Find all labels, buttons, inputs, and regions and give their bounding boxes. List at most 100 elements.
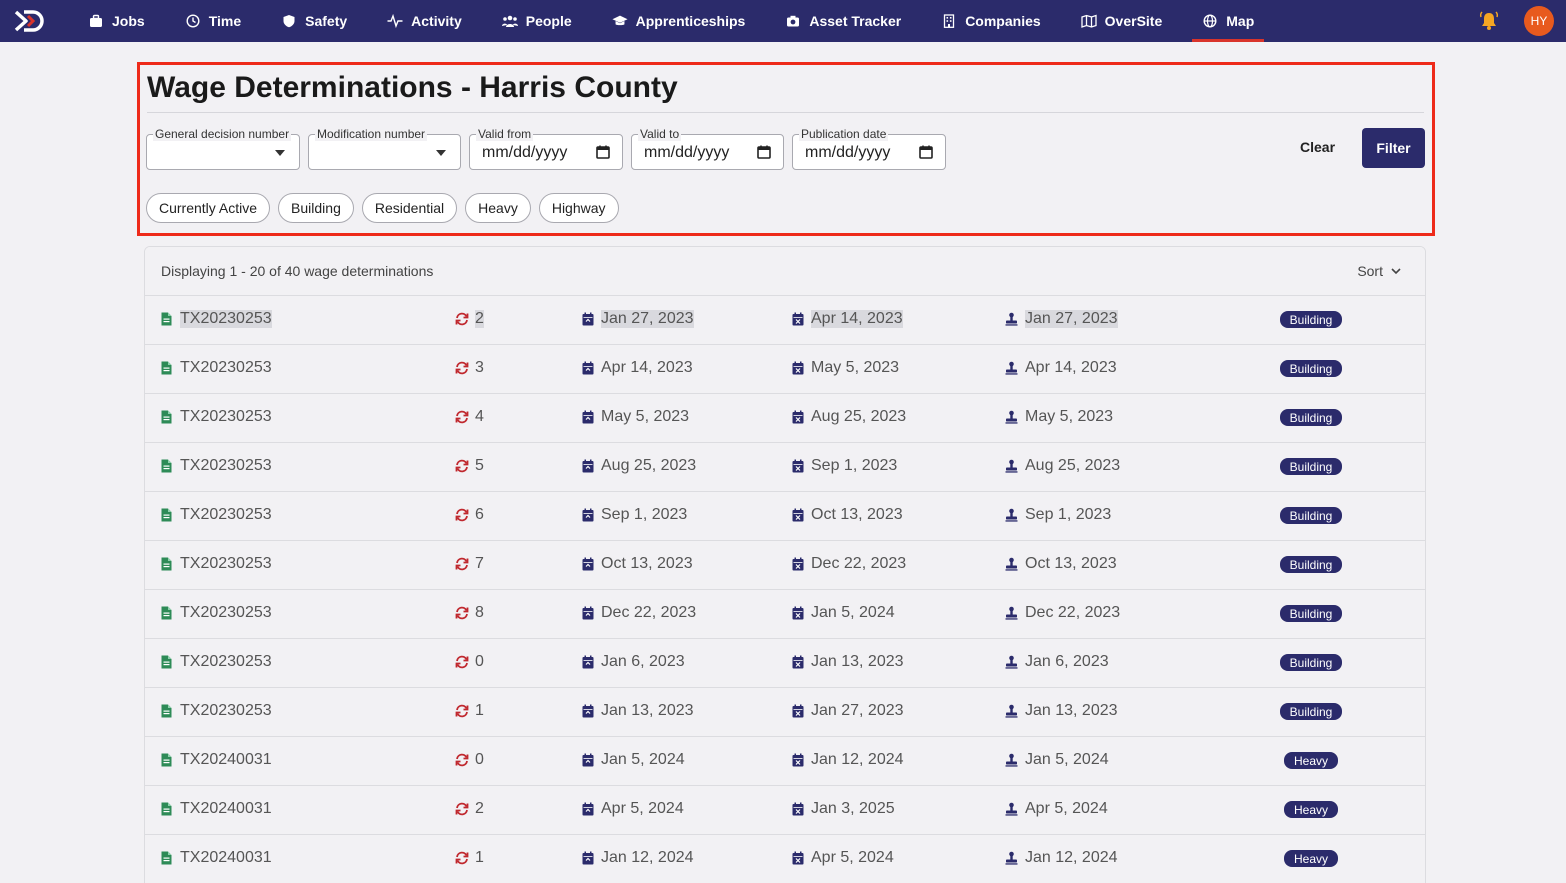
modification-cell: 0 [455,653,484,671]
stamp-icon [1005,655,1019,669]
sort-button[interactable]: Sort [1357,263,1401,279]
nav-item-time[interactable]: Time [165,0,261,42]
calendar-icon[interactable] [919,145,933,159]
file-icon [161,557,174,571]
filter-chip-residential[interactable]: Residential [361,193,458,223]
table-row[interactable]: TX20240031 0 Jan 5, 2024 Jan 12, 2024 Jan 5,… [145,737,1425,786]
calendar-icon[interactable] [757,145,771,159]
calendar-end-icon [792,655,805,669]
filter-button[interactable]: Filter [1362,128,1425,168]
file-icon [161,312,174,326]
table-row[interactable]: TX20240031 1 Jan 12, 2024 Apr 5, 2024 Jan 12… [145,835,1425,883]
calendar-end-icon [792,606,805,620]
list-header: Displaying 1 - 20 of 40 wage determinati… [145,247,1425,296]
nav-item-label: Activity [411,13,462,29]
calendar-start-icon [582,606,595,620]
bell-icon[interactable] [1478,10,1500,32]
nav-item-jobs[interactable]: Jobs [80,0,165,42]
nav-item-label: Companies [965,13,1041,29]
modification-number: 1 [475,702,484,719]
calendar-end-icon [792,459,805,473]
modification-number: 1 [475,849,484,866]
filter-chip-heavy[interactable]: Heavy [465,193,531,223]
type-badge: Building [1279,507,1343,524]
top-nav: Jobs Time Safety Activity People Apprenticesh… [0,0,1566,42]
type-badge: Building [1279,311,1343,328]
publication-date-input[interactable]: Publication date mm/dd/yyyy [792,127,946,170]
table-row[interactable]: TX20240031 2 Apr 5, 2024 Jan 3, 2025 Apr 5, … [145,786,1425,835]
type-badge: Heavy [1283,801,1338,818]
valid-from-cell: Jan 5, 2024 [582,751,685,769]
valid-from-date-input[interactable]: Valid from mm/dd/yyyy [469,127,623,170]
valid-to-date: Jan 5, 2024 [811,604,895,621]
calendar-icon[interactable] [596,145,610,159]
nav-item-label: Asset Tracker [809,13,902,29]
refresh-icon [455,802,469,816]
table-row[interactable]: TX20230253 7 Oct 13, 2023 Dec 22, 2023 Oct 1… [145,541,1425,590]
filter-chip-highway[interactable]: Highway [538,193,619,223]
publication-cell: Aug 25, 2023 [1005,457,1120,475]
stamp-icon [1005,704,1019,718]
stamp-icon [1005,753,1019,767]
table-row[interactable]: TX20230253 5 Aug 25, 2023 Sep 1, 2023 Aug 25… [145,443,1425,492]
nav-item-map[interactable]: Map [1182,0,1274,42]
table-row[interactable]: TX20230253 3 Apr 14, 2023 May 5, 2023 Apr 14… [145,345,1425,394]
app-logo[interactable] [8,0,54,42]
valid-from-date: Apr 5, 2024 [601,800,684,817]
valid-from-cell: Jan 12, 2024 [582,849,694,867]
decision-number: TX20230253 [180,506,272,523]
calendar-end-icon [792,312,805,326]
sort-label: Sort [1357,263,1383,279]
table-row[interactable]: TX20230253 0 Jan 6, 2023 Jan 13, 2023 Jan 6,… [145,639,1425,688]
shield-icon [281,13,297,29]
nav-item-label: OverSite [1104,13,1163,29]
publication-date: Apr 5, 2024 [1025,800,1108,817]
calendar-start-icon [582,312,595,326]
table-row[interactable]: TX20230253 8 Dec 22, 2023 Jan 5, 2024 Dec 22… [145,590,1425,639]
valid-to-date: May 5, 2023 [811,359,900,376]
nav-item-safety[interactable]: Safety [261,0,367,42]
valid-to-cell: Jan 27, 2023 [792,702,904,720]
publication-date: Jan 5, 2024 [1025,751,1109,768]
avatar[interactable]: HY [1524,6,1554,36]
field-label: General decision number [153,127,292,141]
table-row[interactable]: TX20230253 1 Jan 13, 2023 Jan 27, 2023 Jan 1… [145,688,1425,737]
filter-chip-building[interactable]: Building [278,193,354,223]
publication-cell: Apr 14, 2023 [1005,359,1117,377]
table-row[interactable]: TX20230253 6 Sep 1, 2023 Oct 13, 2023 Sep 1,… [145,492,1425,541]
file-icon [161,655,174,669]
nav-item-people[interactable]: People [482,0,592,42]
modification-cell: 2 [455,310,484,328]
stamp-icon [1005,606,1019,620]
valid-to-cell: Sep 1, 2023 [792,457,897,475]
modification-cell: 2 [455,800,484,818]
modification-number-select[interactable]: Modification number [308,127,461,170]
clear-button[interactable]: Clear [1300,139,1335,155]
nav-item-companies[interactable]: Companies [921,0,1060,42]
modification-number: 3 [475,359,484,376]
valid-to-cell: Jan 3, 2025 [792,800,895,818]
valid-to-date-input[interactable]: Valid to mm/dd/yyyy [631,127,784,170]
valid-to-cell: Jan 12, 2024 [792,751,904,769]
filter-chip-currently-active[interactable]: Currently Active [146,193,271,223]
nav-item-activity[interactable]: Activity [367,0,482,42]
people-icon [501,13,518,29]
nav-item-oversite[interactable]: OverSite [1061,0,1183,42]
type-cell: Building [1275,703,1347,720]
table-row[interactable]: TX20230253 2 Jan 27, 2023 Apr 14, 2023 Jan 2… [145,296,1425,345]
modification-number: 5 [475,457,484,474]
date-placeholder: mm/dd/yyyy [644,144,730,161]
wage-determination-list: Displaying 1 - 20 of 40 wage determinati… [144,246,1426,883]
publication-cell: Jan 13, 2023 [1005,702,1118,720]
valid-from-date: Jan 12, 2024 [601,849,694,866]
nav-item-asset-tracker[interactable]: Asset Tracker [765,0,921,42]
valid-from-cell: May 5, 2023 [582,408,689,426]
valid-to-cell: May 5, 2023 [792,359,899,377]
nav-item-apprenticeships[interactable]: Apprenticeships [592,0,766,42]
table-row[interactable]: TX20230253 4 May 5, 2023 Aug 25, 2023 May 5,… [145,394,1425,443]
valid-from-cell: Sep 1, 2023 [582,506,687,524]
publication-date: Jan 27, 2023 [1025,310,1118,328]
general-decision-number-select[interactable]: General decision number [146,127,300,170]
graduation-cap-icon [612,13,628,29]
chevron-down-icon [1391,268,1401,275]
